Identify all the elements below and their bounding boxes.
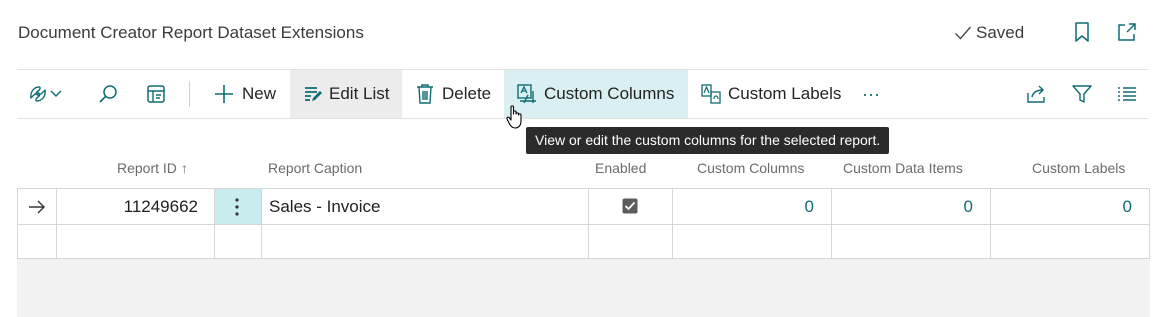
empty-list-area (17, 259, 1150, 317)
bookmark-icon[interactable] (1071, 21, 1093, 43)
filter-pane-icon (147, 85, 165, 103)
column-header-custom-data-items[interactable]: Custom Data Items (843, 160, 963, 176)
action-bar: New Edit List Delete Custom Columns Cust… (17, 69, 1148, 119)
hand-cursor-icon (506, 105, 522, 129)
search-icon (99, 85, 117, 103)
search-button[interactable] (97, 70, 123, 118)
custom-labels-icon (701, 84, 721, 104)
custom-data-items-cell[interactable]: 0 (831, 189, 973, 224)
tooltip: View or edit the custom columns for the … (526, 127, 890, 154)
share-button[interactable] (1025, 70, 1051, 118)
saved-label: Saved (976, 23, 1025, 42)
plus-icon (215, 85, 233, 103)
page-header: Document Creator Report Dataset Extensio… (0, 0, 1161, 68)
check-icon (955, 26, 972, 40)
sort-ascending-icon: ↑ (180, 160, 188, 176)
custom-labels-button[interactable]: Custom Labels (690, 70, 850, 118)
share-icon (1027, 85, 1045, 103)
data-grid: 11249662 Sales - Invoice 0 0 0 (17, 188, 1150, 259)
custom-columns-label: Custom Columns (544, 84, 675, 103)
chevron-down-icon (50, 90, 62, 97)
page-title: Document Creator Report Dataset Extensio… (18, 23, 364, 42)
column-header-report-id[interactable]: Report ID ↑ (117, 160, 188, 176)
custom-labels-cell[interactable]: 0 (990, 189, 1132, 224)
toolbar-separator (189, 81, 190, 107)
edit-list-button[interactable]: Edit List (290, 70, 402, 118)
column-header-report-caption[interactable]: Report Caption (268, 160, 362, 176)
new-button[interactable]: New (204, 70, 280, 118)
column-header-enabled[interactable]: Enabled (595, 160, 646, 176)
edit-list-label: Edit List (329, 84, 390, 103)
column-header-custom-columns[interactable]: Custom Columns (697, 160, 804, 176)
list-view-icon (1118, 87, 1136, 101)
report-id-cell[interactable]: 11249662 (56, 189, 198, 224)
row-selected-arrow-icon (29, 200, 45, 214)
open-in-new-window-icon[interactable] (1116, 21, 1138, 43)
filter-button[interactable] (1071, 70, 1097, 118)
custom-columns-button[interactable]: Custom Columns (504, 70, 688, 118)
filter-pane-button[interactable] (145, 70, 171, 118)
custom-columns-icon (517, 84, 536, 104)
delete-label: Delete (442, 84, 492, 103)
saved-status: Saved (954, 23, 1024, 43)
filter-icon (1072, 85, 1092, 103)
report-caption-cell[interactable]: Sales - Invoice (269, 189, 381, 224)
list-view-button[interactable] (1116, 70, 1142, 118)
delete-button[interactable]: Delete (406, 70, 502, 118)
more-options-button[interactable]: ··· (862, 70, 888, 118)
copilot-menu-button[interactable] (27, 70, 77, 118)
custom-columns-cell[interactable]: 0 (672, 189, 814, 224)
edit-list-icon (305, 87, 322, 101)
column-header-custom-labels[interactable]: Custom Labels (1032, 160, 1125, 176)
new-label: New (242, 84, 277, 103)
custom-labels-label: Custom Labels (728, 84, 842, 103)
trash-icon (417, 84, 433, 104)
enabled-checkbox[interactable] (622, 198, 638, 214)
copilot-icon (30, 86, 46, 102)
more-vertical-icon[interactable] (234, 197, 240, 217)
